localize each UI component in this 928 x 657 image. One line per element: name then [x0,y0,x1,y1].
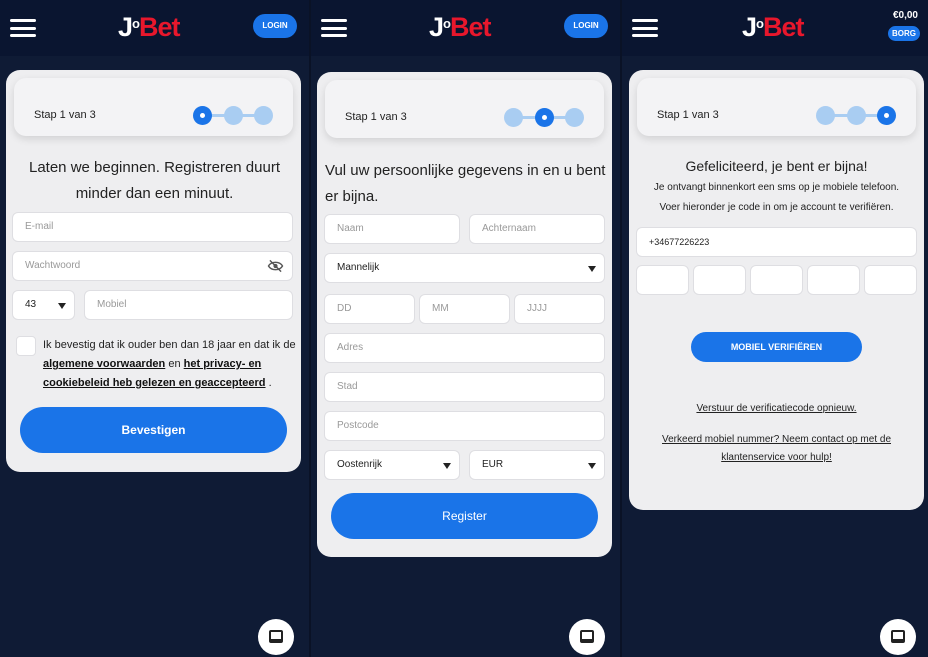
step-dot-1 [816,106,835,125]
logo[interactable]: JoBet [742,12,804,42]
top-bar: JoBet LOGIN [311,0,620,56]
last-name-input[interactable]: Achternaam [469,214,605,244]
top-bar: JoBet LOGIN [0,0,309,56]
birth-month-input[interactable]: MM [419,294,510,324]
step-indicator: Stap 1 van 3 [325,80,604,138]
code-digit-5[interactable] [864,265,917,295]
password-placeholder: Wachtwoord [25,260,81,271]
mobile-input[interactable]: Mobiel [84,290,293,320]
logo-letter-o: o [756,16,764,31]
gender-value: Mannelijk [337,262,380,273]
hamburger-menu-icon[interactable] [321,19,347,37]
step-dot-3 [877,106,896,125]
consent-text: Ik bevestig dat ik ouder ben dan 18 jaar… [43,336,298,393]
chat-icon[interactable] [258,619,294,655]
gender-select[interactable]: Mannelijk [324,253,605,283]
screen-register-step1: JoBet LOGIN Stap 1 van 3 Laten we beginn… [0,0,309,657]
logo[interactable]: JoBet [118,12,180,42]
logo[interactable]: JoBet [429,12,491,42]
logo-letter-j: J [742,12,757,42]
currency-value: EUR [482,459,504,470]
country-code-select[interactable]: 43 [12,290,75,320]
wrong-number-link[interactable]: Verkeerd mobiel nummer? Neem contact op … [659,431,894,467]
register-card: Stap 1 van 3 Vul uw persoonlijke gegeven… [317,72,612,557]
birth-day-input[interactable]: DD [324,294,415,324]
hamburger-menu-icon[interactable] [10,19,36,37]
chevron-down-icon [588,266,596,272]
country-code-value: 43 [25,299,37,310]
country-value: Oostenrijk [337,459,383,470]
confirm-button[interactable]: Bevestigen [20,407,287,453]
step-dot-3 [254,106,273,125]
code-digit-2[interactable] [693,265,746,295]
top-bar: JoBet €0,00 BORG [622,0,928,56]
birth-year-input[interactable]: JJJJ [514,294,605,324]
logo-letter-o: o [443,16,451,31]
step-dot-2 [535,108,554,127]
email-input[interactable]: E-mail [12,212,293,242]
chevron-down-icon [443,463,451,469]
code-digit-4[interactable] [807,265,860,295]
first-name-input[interactable]: Naam [324,214,460,244]
country-select[interactable]: Oostenrijk [324,450,460,480]
terms-link[interactable]: algemene voorwaarden [43,358,165,370]
verify-card: Stap 1 van 3 Gefeliciteerd, je bent er b… [629,70,924,510]
logo-bet: Bet [762,12,805,42]
register-card: Stap 1 van 3 Laten we beginnen. Registre… [6,70,301,472]
logo-letter-j: J [429,12,444,42]
code-info-text: Voer hieronder je code in om je account … [659,202,894,213]
step-label: Stap 1 van 3 [34,109,96,121]
password-input[interactable]: Wachtwoord [12,251,293,281]
code-digit-3[interactable] [750,265,803,295]
logo-bet: Bet [449,12,492,42]
sms-info-text: Je ontvangt binnenkort een sms op je mob… [653,182,900,193]
code-digit-1[interactable] [636,265,689,295]
resend-code-link[interactable]: Verstuur de verificatiecode opnieuw. [629,400,924,418]
step-dots [504,108,584,128]
login-button[interactable]: LOGIN [253,14,297,38]
screen-register-step3: JoBet €0,00 BORG Stap 1 van 3 Gefelicite… [622,0,928,657]
logo-letter-o: o [132,16,140,31]
consent-text-part: Ik bevestig dat ik ouder ben dan 18 jaar… [43,339,296,351]
step-dot-2 [224,106,243,125]
login-button[interactable]: LOGIN [564,14,608,38]
step-dots [816,106,896,126]
page-title: Gefeliciteerd, je bent er bijna! [685,158,868,174]
step-dot-2 [847,106,866,125]
address-input[interactable]: Adres [324,333,605,363]
step-dot-1 [193,106,212,125]
chat-icon[interactable] [880,619,916,655]
age-consent-checkbox[interactable] [16,336,36,356]
logo-letter-j: J [118,12,133,42]
hamburger-menu-icon[interactable] [632,19,658,37]
screen-register-step2: JoBet LOGIN Stap 1 van 3 Vul uw persoonl… [311,0,620,657]
deposit-button[interactable]: BORG [888,26,920,41]
page-title: Laten we beginnen. Registreren duurt min… [28,159,280,202]
step-dots [193,106,273,126]
currency-select[interactable]: EUR [469,450,605,480]
verify-mobile-button[interactable]: MOBIEL VERIFIËREN [691,332,862,362]
step-dot-3 [565,108,584,127]
city-input[interactable]: Stad [324,372,605,402]
eye-slash-icon[interactable] [267,259,284,273]
step-indicator: Stap 1 van 3 [14,78,293,136]
register-button[interactable]: Register [331,493,598,539]
step-label: Stap 1 van 3 [657,109,719,121]
chevron-down-icon [588,463,596,469]
chevron-down-icon [58,303,66,309]
phone-number-field[interactable]: +34677226223 [636,227,917,257]
chat-icon[interactable] [569,619,605,655]
logo-bet: Bet [138,12,181,42]
balance: €0,00 [892,10,918,21]
step-indicator: Stap 1 van 3 [637,78,916,136]
step-dot-1 [504,108,523,127]
consent-text-part: en [165,358,184,370]
step-label: Stap 1 van 3 [345,111,407,123]
postcode-input[interactable]: Postcode [324,411,605,441]
consent-text-part: . [265,377,272,389]
page-title: Vul uw persoonlijke gegevens in en u ben… [325,162,606,205]
